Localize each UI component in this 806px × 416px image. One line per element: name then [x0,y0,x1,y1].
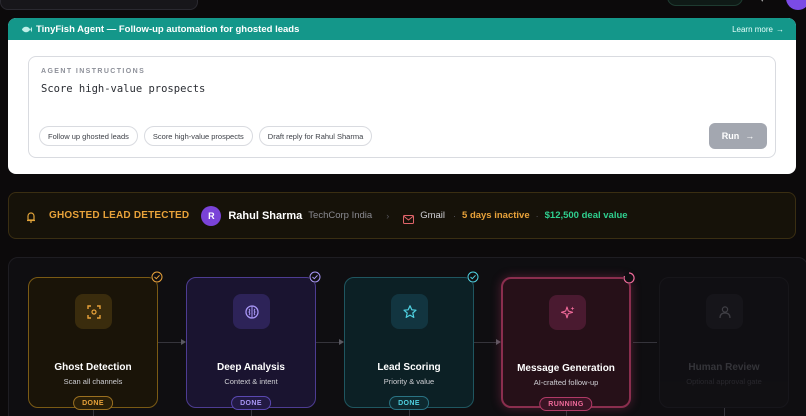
check-circle-icon [151,271,163,283]
step-name: Message Generation [517,363,615,374]
top-nav-pill[interactable] [0,0,198,10]
lead-name[interactable]: Rahul Sharma [228,210,302,222]
instructions-label: AGENT INSTRUCTIONS [41,68,146,75]
arrow-right-icon: → [745,131,755,141]
connector-line [633,342,657,343]
user-icon [706,294,743,329]
step-human-review[interactable]: Human Review Optional approval gate [659,277,789,408]
status-badge: DONE [73,396,113,410]
step-lead-scoring[interactable]: Lead Scoring Priority & value DONE [344,271,479,410]
deal-value: $12,500 deal value [544,210,628,221]
status-badge: RUNNING [539,397,593,411]
instructions-input[interactable]: Score high-value prospects [41,83,205,95]
step-subtitle: AI-crafted follow-up [533,378,599,387]
brain-icon [233,294,270,329]
status-badge: DONE [389,396,429,410]
step-name: Human Review [688,362,760,373]
agent-title: TinyFish Agent — Follow-up automation fo… [36,23,300,35]
separator-dot: · [453,210,457,221]
star-icon [391,294,428,329]
status-pill[interactable] [667,0,743,6]
chip-draft-reply[interactable]: Draft reply for Rahul Sharma [258,126,373,146]
menu-chevron-icon[interactable]: ▾ [760,0,766,4]
alert-title: GHOSTED LEAD DETECTED [49,210,190,221]
chip-follow-up[interactable]: Follow up ghosted leads [39,126,138,146]
lead-company: TechCorp India [308,210,373,221]
step-subtitle: Scan all channels [63,377,123,386]
step-deep-analysis[interactable]: Deep Analysis Context & intent DONE [186,271,321,410]
step-message-generation[interactable]: Message Generation AI-crafted follow-up … [501,272,635,411]
fish-icon [20,23,32,35]
step-subtitle: Optional approval gate [686,377,762,386]
scan-icon [75,294,112,329]
spinner-icon [623,272,635,284]
run-label[interactable]: Run [722,131,740,141]
chevron-right-icon: › [386,210,390,221]
step-ghost-detection[interactable]: Ghost Detection Scan all channels DONE [28,271,163,410]
check-circle-icon [309,271,321,283]
lead-avatar: R [201,205,222,226]
suggestion-chips: Follow up ghosted leads Score high-value… [39,126,373,146]
step-name: Ghost Detection [54,362,132,373]
agent-card: TinyFish Agent — Follow-up automation fo… [8,18,796,174]
check-circle-icon [467,271,479,283]
learn-more-label[interactable]: Learn more [732,25,773,34]
step-name: Deep Analysis [217,362,285,373]
step-subtitle: Context & intent [224,377,278,386]
mail-icon [403,211,415,224]
inactive-duration: 5 days inactive [462,210,530,221]
ghosted-lead-banner: GHOSTED LEAD DETECTED R Rahul Sharma Tec… [8,192,796,239]
pipeline-panel: Ghost Detection Scan all channels DONE D… [8,257,806,416]
arrow-right-icon: → [776,24,784,34]
user-avatar[interactable] [786,0,806,10]
connector-line [724,408,725,416]
chip-score[interactable]: Score high-value prospects [143,126,253,146]
step-subtitle: Priority & value [383,377,435,386]
learn-more-link[interactable]: Learn more → [732,25,784,34]
status-badge: DONE [231,396,271,410]
sparkle-icon [549,295,586,330]
agent-header: TinyFish Agent — Follow-up automation fo… [8,18,796,40]
separator-dot: · [535,210,539,221]
step-name: Lead Scoring [377,362,441,373]
bell-icon [25,210,37,223]
run-button[interactable]: Run → [709,123,767,149]
instructions-box[interactable]: AGENT INSTRUCTIONS Score high-value pros… [28,56,776,158]
lead-channel: Gmail [420,210,446,221]
